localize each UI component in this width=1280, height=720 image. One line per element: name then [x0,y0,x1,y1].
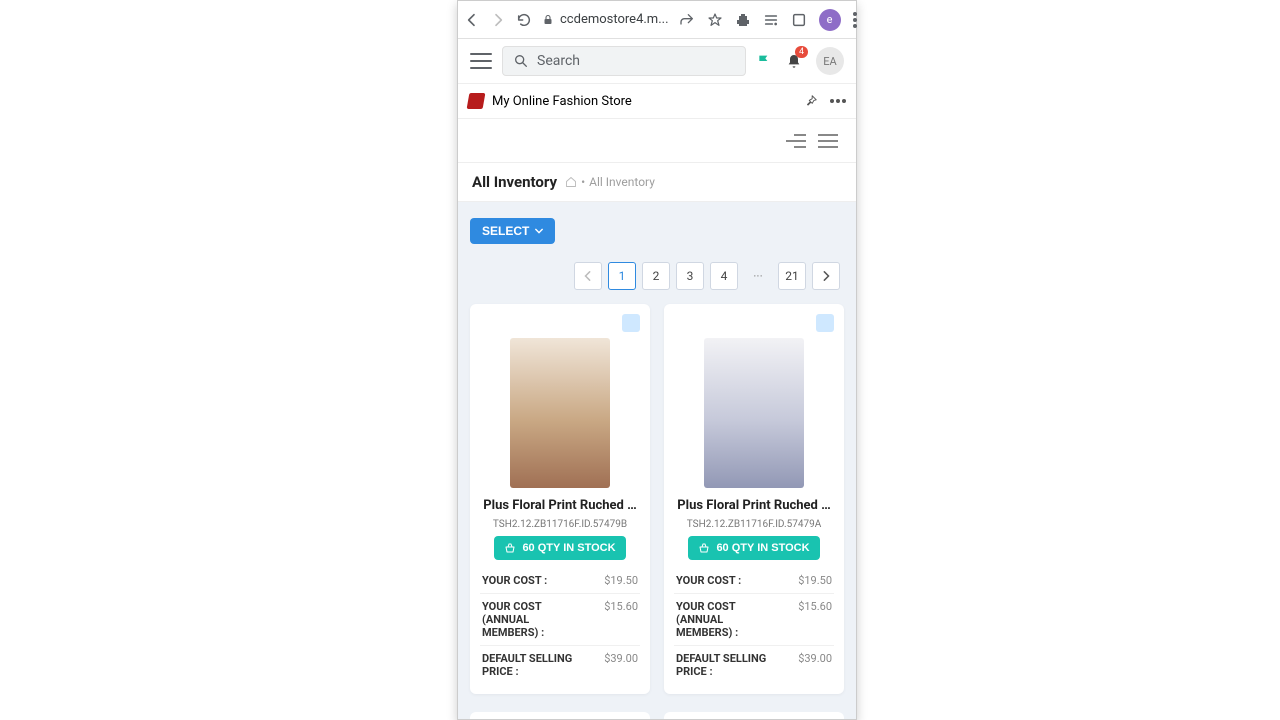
product-image[interactable] [510,338,610,488]
content-scroll-area[interactable]: All Inventory • All Inventory SELECT 1 2… [458,119,856,719]
stock-label: 60 QTY IN STOCK [522,542,615,554]
page-2[interactable]: 2 [642,262,670,290]
next-row-preview [470,712,844,719]
page-title: All Inventory [472,173,557,191]
product-sku: TSH2.12.ZB11716F.ID.57479A [687,519,821,530]
store-name: My Online Fashion Store [492,94,632,109]
annual-value: $15.60 [798,600,832,639]
select-checkbox[interactable] [622,314,640,332]
share-icon[interactable] [679,12,695,28]
url-text[interactable]: ccdemostore4.m... [560,12,669,27]
back-button[interactable] [464,11,480,29]
page-3[interactable]: 3 [676,262,704,290]
stock-button[interactable]: 60 QTY IN STOCK [494,536,625,560]
sell-label: DEFAULT SELLING PRICE : [676,652,798,678]
stock-label: 60 QTY IN STOCK [716,542,809,554]
home-icon[interactable] [565,176,577,188]
breadcrumb-sep: • [581,175,585,189]
search-placeholder: Search [537,53,580,69]
cost-label: YOUR COST : [482,574,547,587]
view-toolbar [458,119,856,163]
page-prev[interactable] [574,262,602,290]
app-header: Search 4 EA [458,39,856,83]
notification-count: 4 [795,46,808,58]
annual-value: $15.60 [604,600,638,639]
pin-icon[interactable] [804,94,818,108]
profile-avatar[interactable]: e [819,9,841,31]
product-image[interactable] [704,338,804,488]
user-avatar[interactable]: EA [816,47,844,75]
lock-icon [542,14,554,26]
page-ellipsis: ··· [744,262,772,290]
stock-button[interactable]: 60 QTY IN STOCK [688,536,819,560]
reload-button[interactable] [516,11,532,29]
mobile-browser-viewport: ccdemostore4.m... e [457,0,857,720]
product-title: Plus Floral Print Ruched … [480,498,640,513]
chevron-down-icon [535,228,543,234]
annual-label: YOUR COST (ANNUAL MEMBERS) : [676,600,776,639]
cost-label: YOUR COST : [676,574,741,587]
search-icon [513,53,529,69]
product-card[interactable]: Plus Floral Print Ruched … TSH2.12.ZB117… [664,304,844,694]
product-card[interactable]: Plus Floral Print Ruched … TSH2.12.ZB117… [470,304,650,694]
cost-value: $19.50 [604,574,638,587]
kebab-menu-icon[interactable] [853,12,857,28]
breadcrumb-current: All Inventory [589,175,655,189]
basket-icon [698,542,710,554]
heading-row: All Inventory • All Inventory [458,163,856,202]
annual-label: YOUR COST (ANNUAL MEMBERS) : [482,600,582,639]
product-grid: Plus Floral Print Ruched … TSH2.12.ZB117… [470,304,844,694]
filter-icon[interactable] [786,134,806,148]
store-logo-icon [467,93,486,109]
sell-label: DEFAULT SELLING PRICE : [482,652,604,678]
page-4[interactable]: 4 [710,262,738,290]
pagination: 1 2 3 4 ··· 21 [474,262,840,290]
search-input[interactable]: Search [502,46,746,76]
browser-toolbar: ccdemostore4.m... e [458,1,856,39]
cost-value: $19.50 [798,574,832,587]
notifications-button[interactable]: 4 [786,52,802,70]
star-icon[interactable] [707,12,723,28]
page-last[interactable]: 21 [778,262,806,290]
more-icon[interactable] [830,99,846,103]
product-title: Plus Floral Print Ruched … [674,498,834,513]
tab-icon[interactable] [791,12,807,28]
basket-icon [504,542,516,554]
context-bar: My Online Fashion Store [458,83,856,119]
list-view-icon[interactable] [818,134,838,148]
page-next[interactable] [812,262,840,290]
product-sku: TSH2.12.ZB11716F.ID.57479B [493,519,627,530]
extensions-icon[interactable] [735,12,751,28]
page-1[interactable]: 1 [608,262,636,290]
select-checkbox[interactable] [816,314,834,332]
sell-value: $39.00 [604,652,638,678]
menu-button[interactable] [470,53,492,69]
forward-button[interactable] [490,11,506,29]
sell-value: $39.00 [798,652,832,678]
select-button[interactable]: SELECT [470,218,555,244]
reading-list-icon[interactable] [763,12,779,28]
flag-icon[interactable] [756,52,772,70]
select-label: SELECT [482,224,529,238]
